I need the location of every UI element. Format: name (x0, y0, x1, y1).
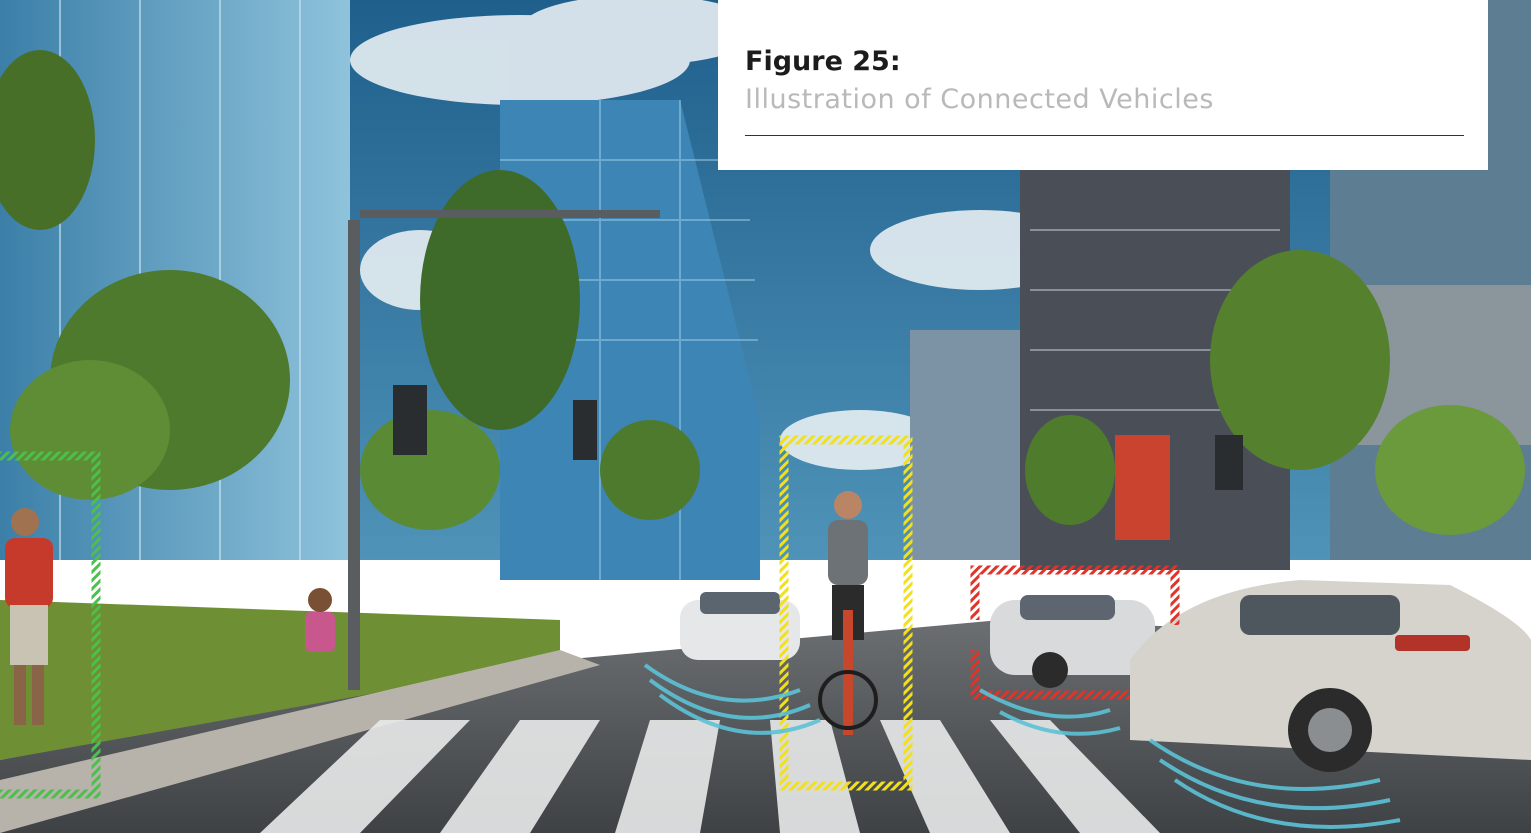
right-mid-building (910, 330, 1020, 560)
red-billboard (1115, 435, 1170, 540)
figure-label: Figure 25: (745, 46, 901, 77)
figure-caption: Illustration of Connected Vehicles (745, 84, 1214, 115)
caption-divider (745, 135, 1464, 136)
light-pole (348, 220, 360, 690)
traffic-signal (393, 385, 427, 455)
seated-person (305, 588, 335, 652)
figure-caption-card: Figure 25: Illustration of Connected Veh… (718, 0, 1488, 170)
